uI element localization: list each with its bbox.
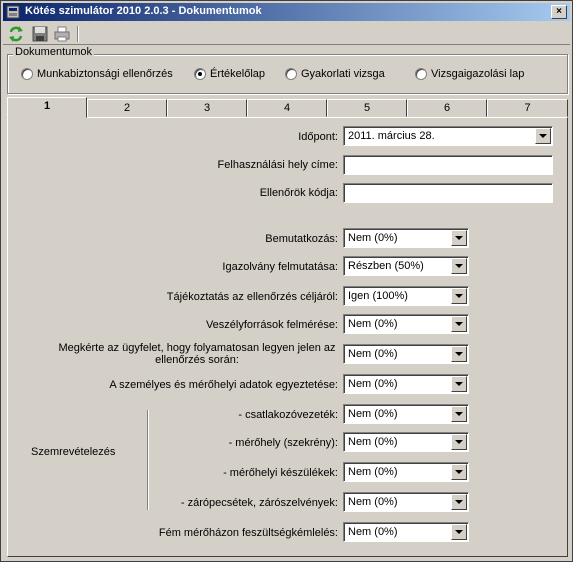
select-adatok-egyeztetese[interactable]: Nem (0%) [343,374,469,394]
select-feszultsegkemleles[interactable]: Nem (0%) [343,522,469,542]
dropdown-arrow-icon[interactable] [535,128,551,144]
inspector-code-field[interactable] [343,183,553,203]
select-value: Nem (0%) [348,436,398,448]
field-label: Bemutatkozás: [265,233,338,245]
field-label: Megkérte az ügyfelet, hogy folyamatosan … [58,342,336,366]
radio-label: Vizsgaigazolási lap [431,68,525,81]
select-tajekoztatas[interactable]: Igen (100%) [343,286,469,306]
address-label: Felhasználási hely címe: [217,159,338,171]
date-picker[interactable]: 2011. március 28. [343,126,553,146]
dropdown-arrow-icon[interactable] [451,524,467,540]
toolbar [3,23,570,45]
refresh-icon[interactable] [7,25,25,43]
documents-group-legend: Dokumentumok [13,46,95,58]
dropdown-arrow-icon[interactable] [451,464,467,480]
print-icon[interactable] [53,25,71,43]
field-label: Veszélyforrások felmérése: [205,319,338,331]
save-icon[interactable] [31,25,49,43]
field-label: A személyes és mérőhelyi adatok egyeztet… [109,379,338,391]
radio-indicator[interactable] [21,68,33,81]
radio-indicator[interactable] [415,68,427,81]
close-button[interactable]: × [551,5,567,19]
main-window: Kötés szimulátor 2010 2.0.3 - Dokumentum… [0,0,573,562]
select-zaropecsetek[interactable]: Nem (0%) [343,492,469,512]
select-csatlakozovezetek[interactable]: Nem (0%) [343,404,469,424]
field-label: Igazolvány felmutatása: [222,261,338,273]
date-label: Időpont: [298,131,338,143]
dropdown-arrow-icon[interactable] [451,316,467,332]
window-title: Kötés szimulátor 2010 2.0.3 - Dokumentum… [25,5,262,17]
inspector-code-label: Ellenőrök kódja: [259,187,338,199]
toolbar-separator [77,26,79,42]
select-value: Nem (0%) [348,496,398,508]
dropdown-arrow-icon[interactable] [451,376,467,392]
select-ugyfel-jelen[interactable]: Nem (0%) [343,344,469,364]
select-value: Nem (0%) [348,526,398,538]
field-label: Tájékoztatás az ellenőrzés céljáról: [166,291,338,303]
select-value: Nem (0%) [348,232,398,244]
radio-gyakorlati-vizsga[interactable]: Gyakorlati vizsga [285,68,385,82]
select-value: Nem (0%) [348,318,398,330]
tab-2[interactable]: 2 [87,99,167,117]
dropdown-arrow-icon[interactable] [451,288,467,304]
select-value: Nem (0%) [348,378,398,390]
field-label: - zárópecsétek, zárószelvények: [180,497,338,509]
dropdown-arrow-icon[interactable] [451,258,467,274]
field-label: - mérőhelyi készülékek: [223,467,338,479]
radio-vizsgaigazolasi-lap[interactable]: Vizsgaigazolási lap [415,68,524,82]
select-veszelyforrasok[interactable]: Nem (0%) [343,314,469,334]
field-label: Fém mérőházon feszültségkémlelés: [158,527,338,539]
select-value: Részben (50%) [348,260,424,272]
radio-label: Értékelőlap [210,68,266,81]
radio-label: Gyakorlati vizsga [301,68,385,81]
app-icon [6,5,20,19]
dropdown-arrow-icon[interactable] [451,434,467,450]
tab-5[interactable]: 5 [327,99,407,117]
group-divider [147,410,149,510]
tab-3[interactable]: 3 [167,99,247,117]
szemrevetelezes-label: Szemrevételezés [31,446,116,458]
radio-indicator[interactable] [285,68,297,81]
field-label: - csatlakozóvezeték: [238,409,338,421]
title-bar[interactable]: Kötés szimulátor 2010 2.0.3 - Dokumentum… [3,3,570,21]
select-value: Nem (0%) [348,348,398,360]
tab-1[interactable]: 1 [7,97,87,118]
select-bemutatkozas[interactable]: Nem (0%) [343,228,469,248]
tab-strip: 1 2 3 4 5 6 7 [7,97,568,118]
date-value: 2011. március 28. [348,130,435,142]
dropdown-arrow-icon[interactable] [451,346,467,362]
select-merohelyi-keszulekek[interactable]: Nem (0%) [343,462,469,482]
select-value: Nem (0%) [348,408,398,420]
dropdown-arrow-icon[interactable] [451,230,467,246]
radio-label: Munkabiztonsági ellenőrzés [37,68,173,81]
tab-7[interactable]: 7 [487,99,568,117]
tab-6[interactable]: 6 [407,99,487,117]
select-value: Nem (0%) [348,466,398,478]
tab-4[interactable]: 4 [247,99,327,117]
field-label: - mérőhely (szekrény): [228,437,338,449]
address-field[interactable] [343,155,553,175]
dropdown-arrow-icon[interactable] [451,494,467,510]
select-igazolvany[interactable]: Részben (50%) [343,256,469,276]
dropdown-arrow-icon[interactable] [451,406,467,422]
select-merohely[interactable]: Nem (0%) [343,432,469,452]
radio-ertekelolap[interactable]: Értékelőlap [194,68,265,82]
radio-munkabiztonsagi[interactable]: Munkabiztonsági ellenőrzés [21,68,173,82]
select-value: Igen (100%) [348,290,408,302]
radio-indicator-selected[interactable] [194,68,206,81]
